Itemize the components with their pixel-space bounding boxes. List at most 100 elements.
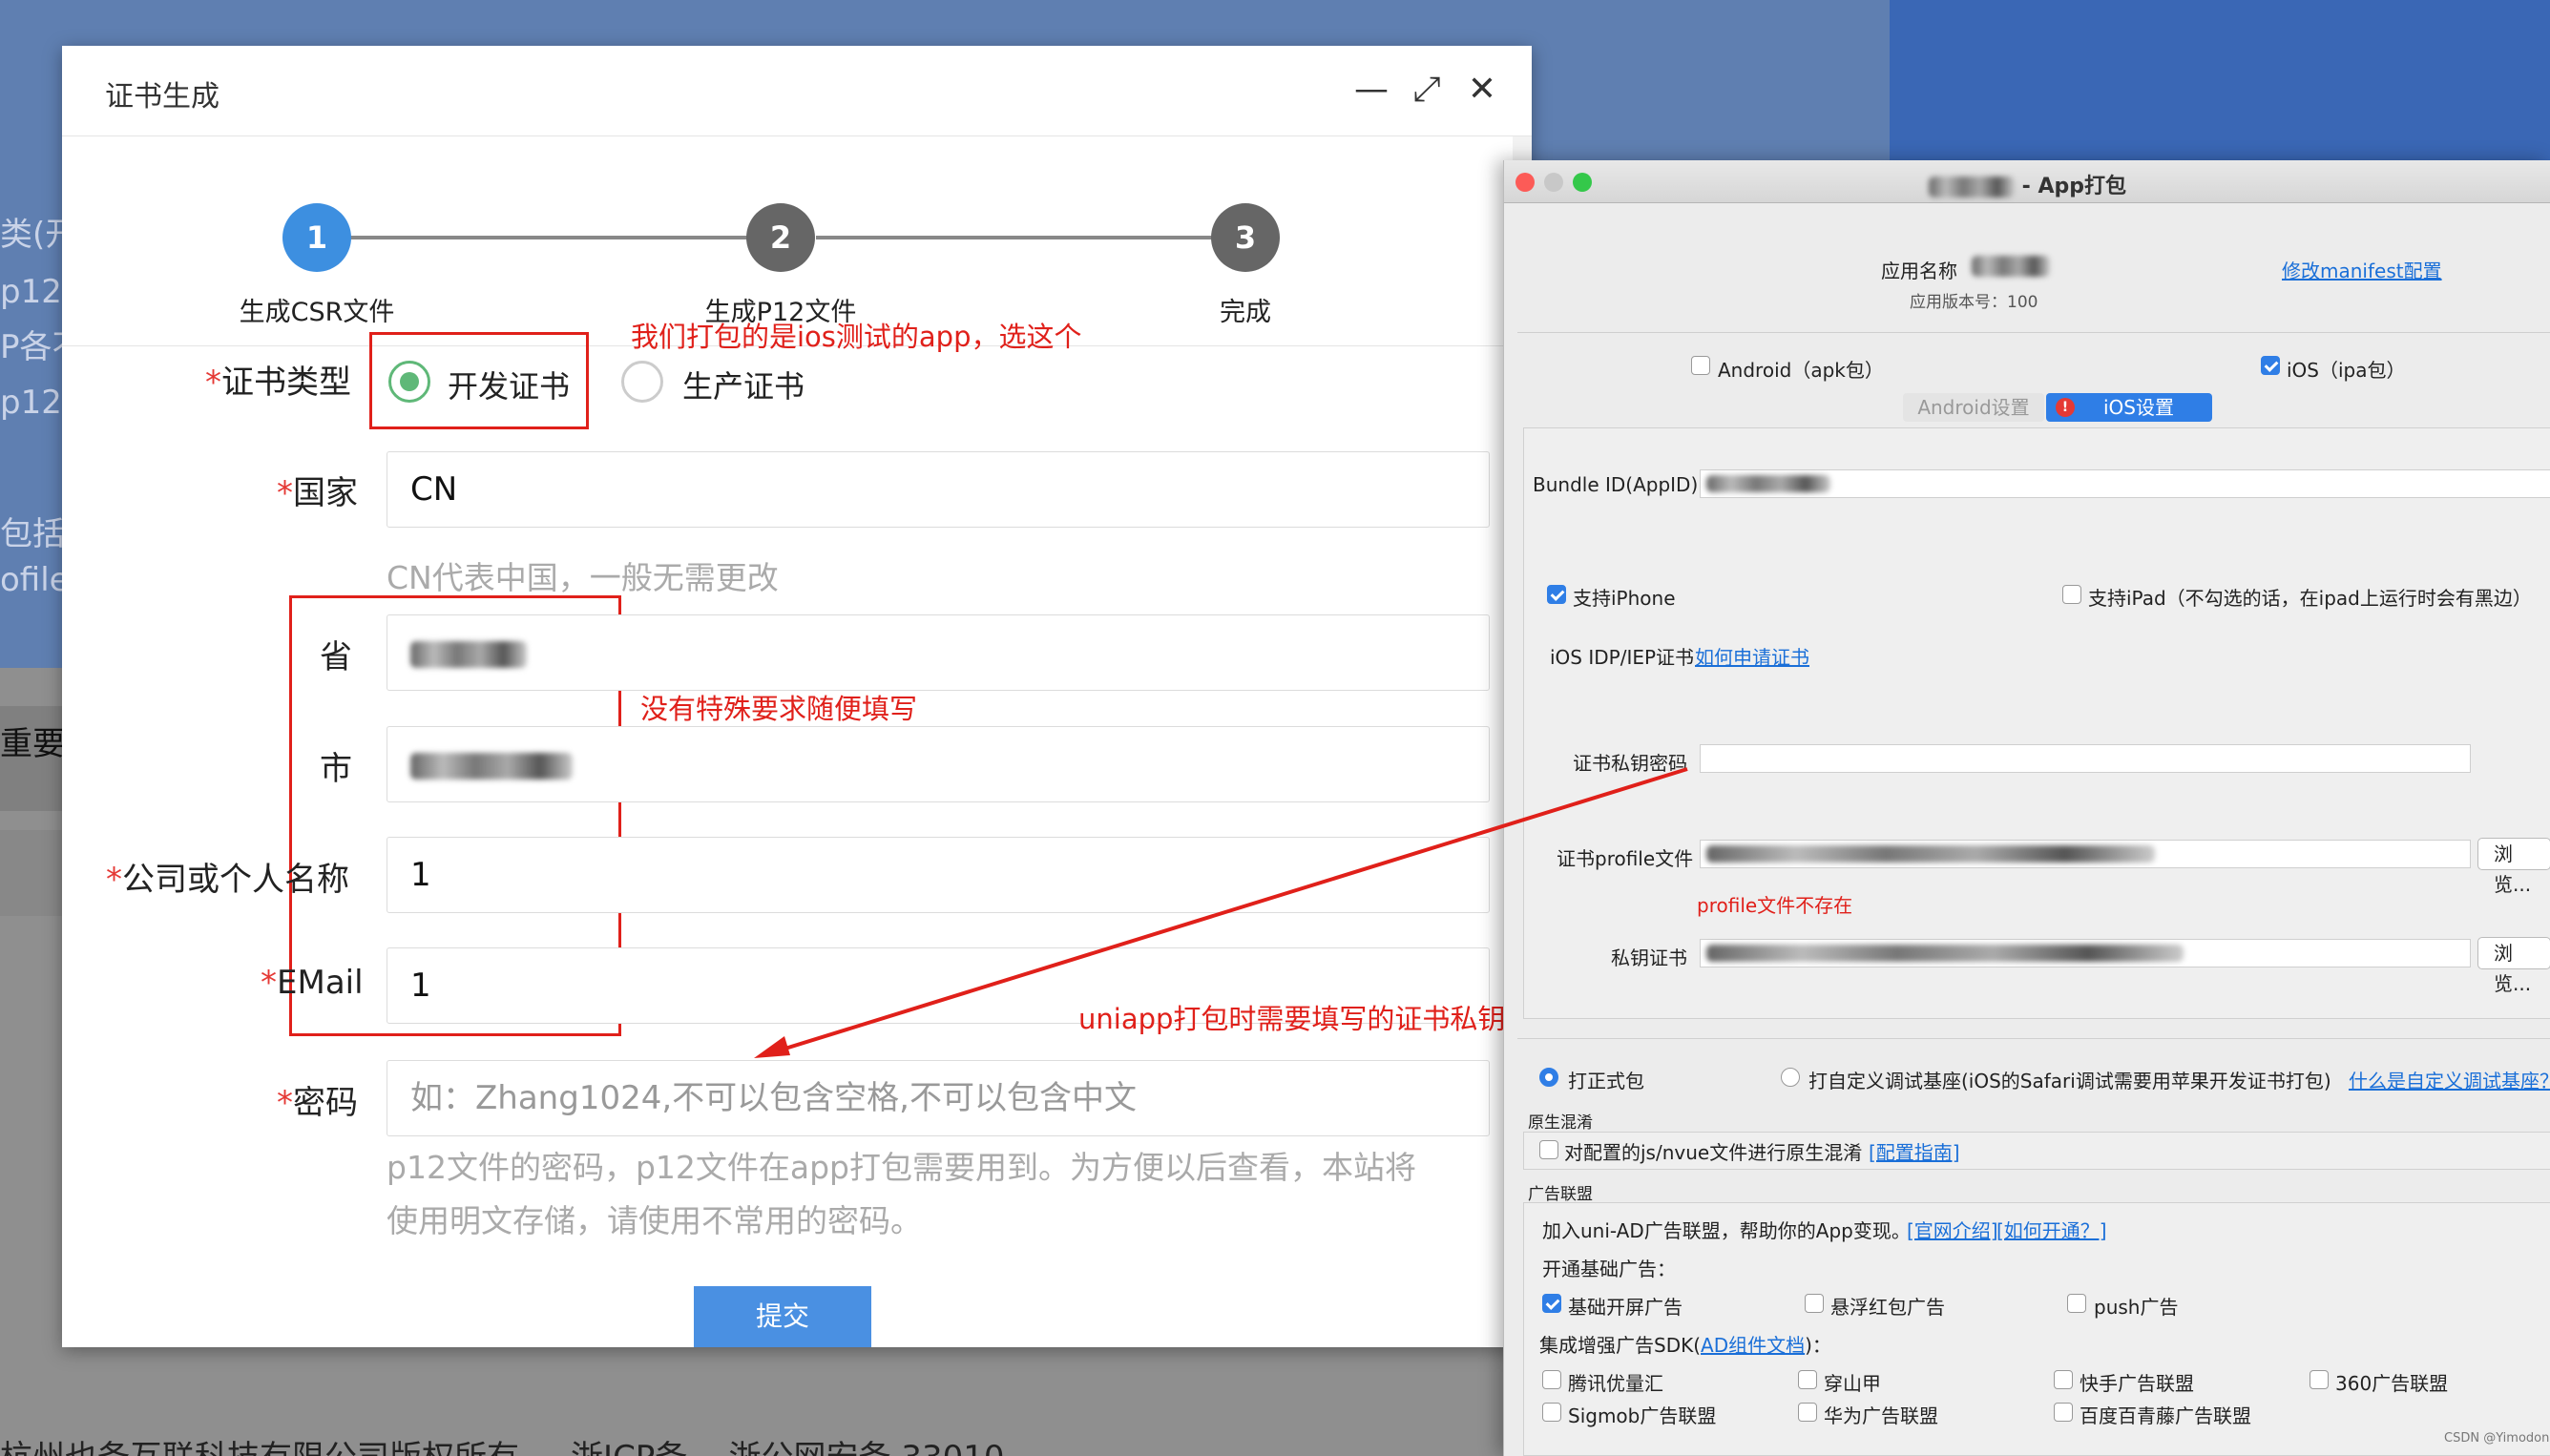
ad-sdk-checkbox[interactable] <box>1542 1403 1561 1422</box>
step-1-circle: 1 <box>282 203 351 272</box>
window-title: - App打包 <box>1504 169 2550 199</box>
app-package-window: - App打包 应用名称 应用版本号：100 修改manifest配置 Andr… <box>1503 160 2550 1456</box>
profile-error: profile文件不存在 <box>1697 890 1852 918</box>
password-input[interactable]: 如：Zhang1024,不可以包含空格,不可以包含中文 <box>387 1060 1490 1136</box>
province-label: 省 <box>320 631 352 677</box>
ad-sdk-label: 360广告联盟 <box>2335 1368 2448 1396</box>
background-footer: 杭州也备互联科技有限公司版权所有 ... 浙ICP备... 浙公网安备 3301… <box>0 1431 1005 1456</box>
ad-sdk-checkbox[interactable] <box>2310 1370 2329 1389</box>
tab-android-settings[interactable]: Android设置 <box>1903 393 2044 422</box>
ad-join-text: 加入uni-AD广告联盟，帮助你的App变现。 <box>1542 1216 1911 1243</box>
custom-base-label: 打自定义调试基座(iOS的Safari调试需要用苹果开发证书打包) <box>1808 1066 2331 1093</box>
close-icon[interactable]: ✕ <box>1463 71 1501 109</box>
ad-sdk-label: Sigmob广告联盟 <box>1568 1401 1716 1428</box>
private-cert-label: 私钥证书 <box>1611 943 1687 970</box>
ad-redpack-label: 悬浮红包广告 <box>1830 1292 1945 1320</box>
annotation-cert-type: 我们打包的是ios测试的app，选这个 <box>631 315 1082 355</box>
android-checkbox-label: Android（apk包） <box>1718 355 1884 383</box>
cert-password-input[interactable] <box>1700 744 2471 773</box>
ad-sdk-title: 集成增强广告SDK(AD组件文档)： <box>1539 1330 1831 1358</box>
ad-sdk-checkbox[interactable] <box>2054 1403 2073 1422</box>
bundle-id-input[interactable] <box>1700 469 2550 498</box>
annotation-province-city: 没有特殊要求随便填写 <box>640 687 917 727</box>
android-checkbox[interactable] <box>1691 356 1710 375</box>
separator <box>1517 1038 2550 1039</box>
ios-settings-panel <box>1523 427 2550 1019</box>
minimize-icon[interactable]: — <box>1352 71 1390 109</box>
background-header-panel <box>1890 0 2550 172</box>
app-version: 应用版本号：100 <box>1910 288 2038 312</box>
separator <box>1517 332 2550 333</box>
ad-redpack-checkbox[interactable] <box>1805 1294 1824 1313</box>
window-titlebar: - App打包 <box>1504 160 2550 203</box>
province-input[interactable] <box>387 614 1490 691</box>
ad-sdk-label: 华为广告联盟 <box>1824 1401 1938 1428</box>
custom-base-radio[interactable] <box>1781 1068 1800 1087</box>
browse-private-cert-button[interactable]: 浏览... <box>2477 937 2550 969</box>
cert-password-label: 证书私钥密码 <box>1573 748 1687 776</box>
background-important-text: 重要 <box>0 718 65 764</box>
ad-sdk-checkbox[interactable] <box>1798 1403 1817 1422</box>
browse-profile-button[interactable]: 浏览... <box>2477 838 2550 870</box>
background-band-2 <box>0 830 67 916</box>
formal-package-label: 打正式包 <box>1568 1066 1644 1093</box>
support-iphone-checkbox[interactable] <box>1547 585 1566 604</box>
step-3-circle: 3 <box>1211 203 1280 272</box>
watermark: CSDN @Yimodong <box>2444 1431 2550 1446</box>
maximize-icon[interactable]: ⤢ <box>1408 71 1446 109</box>
ad-sdk-checkbox[interactable] <box>2054 1370 2073 1389</box>
modify-manifest-link[interactable]: 修改manifest配置 <box>2282 256 2442 283</box>
ad-splash-checkbox[interactable] <box>1542 1294 1561 1313</box>
profile-label: 证书profile文件 <box>1557 843 1693 871</box>
profile-input[interactable] <box>1700 840 2471 868</box>
bundle-id-label: Bundle ID(AppID) <box>1533 473 1698 496</box>
ad-sdk-label: 快手广告联盟 <box>2080 1368 2194 1396</box>
support-ipad-label: 支持iPad（不勾选的话，在ipad上运行时会有黑边） <box>2088 583 2532 611</box>
country-label: *国家 <box>277 467 358 513</box>
error-icon: ! <box>2056 398 2075 417</box>
country-input[interactable]: CN <box>387 451 1490 528</box>
company-label: *公司或个人名称 <box>106 853 349 900</box>
how-to-apply-cert-link[interactable]: 如何申请证书 <box>1695 642 1809 670</box>
private-cert-input[interactable] <box>1700 939 2471 967</box>
app-name-label: 应用名称 <box>1881 256 1957 283</box>
support-ipad-checkbox[interactable] <box>2062 585 2081 604</box>
ad-basic-title: 开通基础广告： <box>1542 1254 1676 1281</box>
step-1-label: 生成CSR文件 <box>240 291 395 328</box>
step-2-circle: 2 <box>746 203 815 272</box>
ad-union-title: 广告联盟 <box>1528 1180 1593 1204</box>
what-is-custom-base-link[interactable]: 什么是自定义调试基座？ <box>2349 1066 2550 1093</box>
email-label: *EMail <box>261 964 364 1002</box>
ad-sdk-doc-link[interactable]: AD组件文档 <box>1701 1334 1805 1357</box>
formal-package-radio[interactable] <box>1539 1068 1558 1087</box>
ad-intro-link[interactable]: [官网介绍] <box>1907 1216 1998 1243</box>
ad-sdk-label: 穿山甲 <box>1824 1368 1881 1396</box>
ad-sdk-checkbox[interactable] <box>1542 1370 1561 1389</box>
config-guide-link[interactable]: [配置指南] <box>1869 1137 1960 1165</box>
support-iphone-label: 支持iPhone <box>1573 583 1676 611</box>
city-label: 市 <box>320 742 352 789</box>
cert-dialog: 证书生成 — ⤢ ✕ 1 2 3 生成CSR文件 生成P12文件 完成 *证书类… <box>62 46 1532 1347</box>
ad-sdk-label: 腾讯优量汇 <box>1568 1368 1663 1396</box>
city-input[interactable] <box>387 726 1490 802</box>
radio-prod-cert-label: 生产证书 <box>682 363 805 406</box>
native-obfuscation-title: 原生混淆 <box>1528 1109 1593 1133</box>
radio-dev-cert[interactable] <box>388 361 430 403</box>
step-connector <box>816 236 1245 239</box>
cert-type-label: *证书类型 <box>205 356 351 403</box>
ios-checkbox[interactable] <box>2261 356 2280 375</box>
ad-sdk-label: 百度百青藤广告联盟 <box>2080 1401 2251 1428</box>
submit-button[interactable]: 提交 <box>694 1286 871 1347</box>
ad-how-link[interactable]: [如何开通？] <box>1996 1216 2107 1243</box>
ad-push-label: push广告 <box>2094 1292 2178 1320</box>
ad-sdk-checkbox[interactable] <box>1798 1370 1817 1389</box>
ios-checkbox-label: iOS（ipa包） <box>2287 355 2406 383</box>
native-obfuscation-label: 对配置的js/nvue文件进行原生混淆 <box>1564 1137 1862 1165</box>
company-input[interactable]: 1 <box>387 837 1490 913</box>
ios-cert-label: iOS IDP/IEP证书 <box>1550 642 1694 670</box>
native-obfuscation-checkbox[interactable] <box>1539 1140 1558 1159</box>
ad-push-checkbox[interactable] <box>2067 1294 2086 1313</box>
step-3-label: 完成 <box>1220 291 1271 328</box>
app-name-value <box>1972 256 2050 277</box>
radio-prod-cert[interactable] <box>621 361 663 403</box>
